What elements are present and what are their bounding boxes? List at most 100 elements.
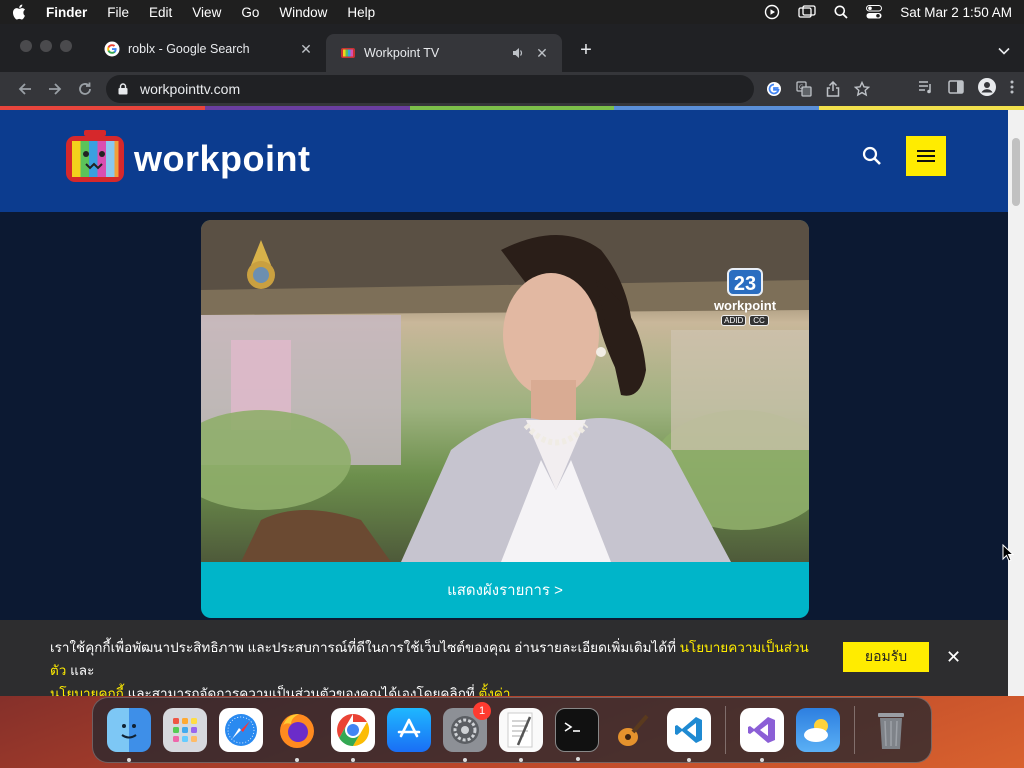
- address-bar[interactable]: workpointtv.com: [106, 75, 754, 103]
- dock-visual-studio[interactable]: [740, 708, 784, 762]
- dock-chrome[interactable]: [331, 708, 375, 762]
- dock-weather[interactable]: [796, 708, 840, 752]
- menu-help[interactable]: Help: [347, 5, 375, 20]
- dock-trash[interactable]: [869, 708, 913, 752]
- cookie-consent-banner: เราใช้คุกกี้เพื่อพัฒนาประสิทธิภาพ และประ…: [0, 620, 1008, 696]
- app-store-icon: [397, 718, 421, 738]
- screen-mirroring-icon[interactable]: [798, 5, 816, 19]
- menu-app-name[interactable]: Finder: [46, 5, 87, 20]
- live-video-card: 23 workpoint ADID CC แสดงผังรายการ >: [201, 220, 809, 618]
- lock-icon[interactable]: [118, 83, 128, 95]
- omnibox-actions: G: [766, 81, 870, 97]
- show-schedule-button[interactable]: แสดงผังรายการ >: [201, 562, 809, 618]
- share-icon[interactable]: [826, 81, 840, 97]
- window-controls: [20, 40, 72, 52]
- apple-menu-icon[interactable]: [12, 4, 28, 20]
- close-cookie-banner-icon[interactable]: ✕: [946, 648, 961, 666]
- workpoint-tv-logo-icon: [66, 130, 124, 182]
- cookie-text-and: และ: [66, 663, 95, 678]
- logo-wordmark: workpoint: [134, 138, 311, 179]
- dock-safari[interactable]: [219, 708, 263, 752]
- launchpad-icon: [173, 718, 197, 742]
- google-lens-icon[interactable]: [766, 81, 782, 97]
- site-search-icon[interactable]: [862, 146, 882, 171]
- macos-dock: 1: [92, 697, 932, 763]
- closed-caption-badge: CC: [749, 315, 769, 326]
- dock-garageband[interactable]: [611, 708, 655, 752]
- dock-app-store[interactable]: [387, 708, 431, 752]
- firefox-icon: [280, 714, 314, 748]
- scrollbar-thumb[interactable]: [1012, 138, 1020, 206]
- vscode-icon: [675, 717, 702, 743]
- close-window-button[interactable]: [20, 40, 32, 52]
- weather-cloud-sun-icon: [804, 719, 828, 742]
- dock-system-preferences[interactable]: 1: [443, 702, 491, 762]
- live-video-player[interactable]: 23 workpoint ADID CC: [201, 220, 809, 562]
- tab-search-chevron-icon[interactable]: [998, 42, 1010, 60]
- profile-avatar-icon[interactable]: [978, 77, 996, 101]
- control-center-icon[interactable]: [866, 5, 883, 19]
- toolbar-right-actions: [918, 72, 1014, 106]
- mouse-pointer-icon: [1002, 543, 1015, 567]
- cookie-message: เราใช้คุกกี้เพื่อพัฒนาประสิทธิภาพ และประ…: [50, 636, 810, 696]
- media-controls-icon[interactable]: [918, 80, 934, 99]
- chrome-menu-kebab-icon[interactable]: [1010, 80, 1014, 99]
- tab-workpoint-tv[interactable]: Workpoint TV ✕: [326, 34, 562, 72]
- audio-description-badge: ADID: [721, 315, 747, 326]
- chrome-icon: [337, 713, 370, 747]
- textedit-icon: [507, 712, 533, 748]
- dock-launchpad[interactable]: [163, 708, 207, 752]
- page-scrollbar[interactable]: [1008, 110, 1024, 696]
- notification-badge: 1: [473, 702, 491, 720]
- dock-textedit[interactable]: [499, 708, 543, 762]
- side-panel-icon[interactable]: [948, 79, 964, 99]
- workpoint-logo[interactable]: workpoint: [62, 130, 310, 188]
- menu-go[interactable]: Go: [241, 5, 259, 20]
- tab-audio-speaker-icon[interactable]: [512, 47, 524, 59]
- dock-terminal[interactable]: [555, 708, 599, 761]
- tab-google-search[interactable]: roblx - Google Search ✕: [90, 32, 326, 66]
- close-tab-icon[interactable]: ✕: [534, 45, 550, 61]
- accept-cookies-button[interactable]: ยอมรับ: [843, 642, 929, 672]
- minimize-window-button[interactable]: [40, 40, 52, 52]
- now-playing-icon[interactable]: [764, 4, 780, 20]
- dock-separator: [725, 706, 726, 754]
- zoom-window-button[interactable]: [60, 40, 72, 52]
- chrome-window: roblx - Google Search ✕ Workpoint TV ✕ +: [0, 24, 1024, 696]
- hamburger-icon: [917, 150, 935, 162]
- menu-edit[interactable]: Edit: [149, 5, 172, 20]
- garageband-guitar-icon: [618, 714, 649, 746]
- cookie-policy-link[interactable]: นโยบายคุกกี้: [50, 686, 124, 696]
- dock-finder[interactable]: [107, 708, 151, 762]
- menu-view[interactable]: View: [192, 5, 221, 20]
- hamburger-menu-button[interactable]: [906, 136, 946, 176]
- cookie-text-part-1: เราใช้คุกกี้เพื่อพัฒนาประสิทธิภาพ และประ…: [50, 640, 680, 655]
- reload-icon[interactable]: [70, 74, 100, 104]
- forward-arrow-icon[interactable]: [40, 74, 70, 104]
- visual-studio-icon: [748, 717, 775, 743]
- new-tab-plus-icon[interactable]: +: [576, 39, 596, 62]
- menu-file[interactable]: File: [107, 5, 129, 20]
- dock-vscode[interactable]: [667, 708, 711, 762]
- web-page: workpoint 23 workpoint ADID CC แสดงผังรา…: [0, 110, 1008, 696]
- cookie-settings-link[interactable]: ตั้งค่า: [479, 686, 511, 696]
- spotlight-search-icon[interactable]: [834, 5, 848, 19]
- cookie-text-part-2: และสามารถจัดการความเป็นส่วนตัวของคุณได้เ…: [123, 686, 479, 696]
- site-header: workpoint: [0, 110, 1008, 212]
- close-tab-icon[interactable]: ✕: [298, 41, 314, 57]
- terminal-icon: [564, 722, 580, 732]
- translate-icon[interactable]: G: [796, 81, 812, 97]
- menu-window[interactable]: Window: [279, 5, 327, 20]
- menubar-clock[interactable]: Sat Mar 2 1:50 AM: [900, 5, 1012, 20]
- url-text[interactable]: workpointtv.com: [140, 81, 240, 97]
- browser-toolbar: workpointtv.com G: [0, 72, 1024, 106]
- trash-icon: [878, 713, 904, 749]
- safari-icon: [225, 714, 257, 746]
- channel-watermark: 23 workpoint ADID CC: [711, 268, 779, 326]
- finder-icon: [121, 724, 137, 739]
- channel-number: 23: [727, 268, 763, 296]
- workpoint-icon: [340, 45, 356, 61]
- back-arrow-icon[interactable]: [10, 74, 40, 104]
- dock-firefox[interactable]: [275, 708, 319, 762]
- bookmark-star-icon[interactable]: [854, 81, 870, 97]
